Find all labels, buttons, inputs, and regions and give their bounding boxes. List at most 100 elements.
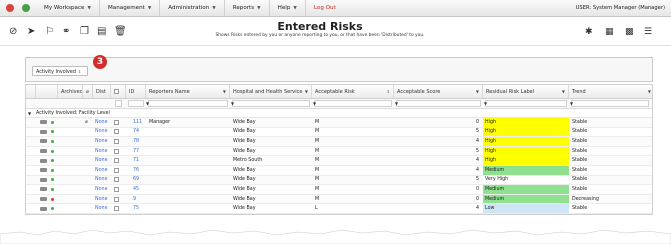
dist-link[interactable]: None (93, 137, 111, 146)
dist-link[interactable]: None (93, 128, 111, 137)
paperclip-icon[interactable] (83, 128, 93, 137)
settings-icon[interactable]: ✱ (585, 28, 593, 37)
menu-reports[interactable]: Reports ▼ (225, 0, 270, 16)
paperclip-icon[interactable]: ⌀ (83, 118, 93, 127)
dist-link[interactable]: None (93, 147, 111, 156)
camera-icon[interactable] (38, 166, 48, 175)
grid-view-icon[interactable]: ▦ (605, 28, 614, 37)
row-checkbox[interactable] (112, 156, 126, 165)
send-icon[interactable]: ➤ (27, 27, 35, 37)
camera-icon[interactable] (38, 118, 48, 127)
paperclip-icon[interactable] (83, 195, 93, 204)
risk-id-link[interactable]: 71 (127, 156, 146, 165)
paperclip-icon[interactable] (83, 137, 93, 146)
camera-icon[interactable] (38, 176, 48, 185)
risk-id-link[interactable]: 76 (127, 166, 146, 175)
dist-link[interactable]: None (93, 195, 111, 204)
filter-checkbox[interactable] (115, 100, 122, 107)
chevron-down-icon[interactable]: ▼ (395, 101, 398, 106)
filter-id-input[interactable] (128, 100, 144, 107)
table-row[interactable]: None 76 Wide Bay M 4 Medium Stable (26, 165, 652, 176)
paperclip-icon[interactable] (83, 176, 93, 185)
risk-id-link[interactable]: 74 (127, 128, 146, 137)
table-row[interactable]: None 78 Wide Bay M 4 High Stable (26, 137, 652, 147)
paperclip-icon[interactable] (83, 204, 93, 213)
row-checkbox[interactable] (112, 137, 126, 146)
col-header-id[interactable]: ID (126, 85, 146, 98)
table-row[interactable]: None 71 Metro South M 4 High Stable (26, 156, 652, 166)
link-icon[interactable]: ⚭ (62, 27, 70, 37)
col-header-reporters-name[interactable]: Reporters Name ▼ (146, 85, 230, 98)
app-logo-icon[interactable] (6, 4, 14, 12)
collapse-group-icon[interactable]: ▼ (28, 109, 36, 117)
row-checkbox[interactable] (112, 128, 126, 137)
group-chip-activity-involved[interactable]: Activity Involved ⇕ (32, 66, 89, 76)
paperclip-icon[interactable] (83, 147, 93, 156)
risk-id-link[interactable]: 77 (127, 147, 146, 156)
menu-help[interactable]: Help ▼ (270, 0, 306, 16)
dist-link[interactable]: None (93, 176, 111, 185)
camera-icon[interactable] (38, 147, 48, 156)
risk-id-link[interactable]: 45 (127, 185, 146, 194)
dist-link[interactable]: None (93, 185, 111, 194)
dist-link[interactable]: None (93, 156, 111, 165)
row-checkbox[interactable] (112, 147, 126, 156)
camera-icon[interactable] (38, 204, 48, 213)
bookmark-icon[interactable]: ⚐ (45, 27, 54, 37)
camera-icon[interactable] (38, 195, 48, 204)
camera-icon[interactable] (38, 137, 48, 146)
col-header-acceptable-score[interactable]: Acceptable Score ▼ (394, 85, 483, 98)
logout-link[interactable]: Log Out (306, 0, 344, 16)
chevron-down-icon[interactable]: ▼ (570, 101, 573, 106)
table-row[interactable]: None 69 Wide Bay M 5 Very High Stable (26, 175, 652, 186)
col-header-archived[interactable]: Archived (58, 85, 83, 98)
menu-management[interactable]: Management ▼ (100, 0, 161, 16)
col-header-select-all[interactable] (111, 85, 126, 98)
chevron-down-icon[interactable]: ▼ (146, 101, 149, 106)
risk-id-link[interactable]: 78 (127, 137, 146, 146)
no-filter-icon[interactable]: ⊘ (9, 27, 17, 37)
row-checkbox[interactable] (112, 185, 126, 194)
row-checkbox[interactable] (112, 166, 126, 175)
menu-administration[interactable]: Administration ▼ (160, 0, 225, 16)
archive-icon[interactable]: ▤ (97, 27, 106, 37)
export-icon[interactable]: ▩ (625, 28, 634, 37)
col-header-trend[interactable]: Trend ▼ (569, 85, 654, 98)
menu-my-workspace[interactable]: My Workspace ▼ (36, 0, 100, 16)
filter-trend-input[interactable] (571, 100, 649, 107)
risk-id-link[interactable]: 75 (127, 204, 146, 213)
col-header-hhs[interactable]: Hospital and Health Service ▼ (230, 85, 312, 98)
delete-icon[interactable]: 🗑 (114, 27, 127, 37)
row-checkbox[interactable] (112, 118, 126, 127)
camera-icon[interactable] (38, 156, 48, 165)
table-row[interactable]: None 45 Wide Bay M 0 Medium Stable (26, 185, 652, 195)
risk-id-link[interactable]: 69 (127, 176, 146, 185)
table-row[interactable]: None 77 Wide Bay M 5 High Stable (26, 146, 652, 157)
group-header-row[interactable]: ▼ Activity Involved: Facility Level (26, 109, 652, 118)
dist-link[interactable]: None (93, 166, 111, 175)
filter-acceptable-risk-input[interactable] (314, 100, 392, 107)
select-all-checkbox[interactable] (114, 89, 119, 94)
risk-id-link[interactable]: 111 (127, 118, 146, 127)
paperclip-icon[interactable] (83, 185, 93, 194)
refresh-icon[interactable] (22, 4, 30, 12)
dist-link[interactable]: None (93, 204, 111, 213)
table-row[interactable]: ⌀ None 111 Manager Wide Bay M 0 High Stable (26, 118, 652, 128)
chevron-down-icon[interactable]: ▼ (484, 101, 487, 106)
chevron-down-icon[interactable]: ▼ (313, 101, 316, 106)
col-header-residual-risk-label[interactable]: Residual Risk Label ▼ (483, 85, 569, 98)
col-header-acceptable-risk[interactable]: Acceptable Risk ⇕ (312, 85, 394, 98)
row-checkbox[interactable] (112, 204, 126, 213)
table-row[interactable]: None 74 Wide Bay M 5 High Stable (26, 127, 652, 138)
filter-residual-label-input[interactable] (485, 100, 567, 107)
table-row[interactable]: None 75 Wide Bay L 4 Low Stable (26, 204, 652, 214)
columns-icon[interactable]: ☰ (644, 28, 652, 37)
chevron-down-icon[interactable]: ▼ (231, 101, 234, 106)
filter-acceptable-score-input[interactable] (396, 100, 481, 107)
col-header-dist[interactable]: Dist (93, 85, 111, 98)
row-checkbox[interactable] (112, 176, 126, 185)
copy-icon[interactable]: ❐ (80, 27, 89, 37)
row-checkbox[interactable] (112, 195, 126, 204)
camera-icon[interactable] (38, 128, 48, 137)
paperclip-icon[interactable] (83, 156, 93, 165)
